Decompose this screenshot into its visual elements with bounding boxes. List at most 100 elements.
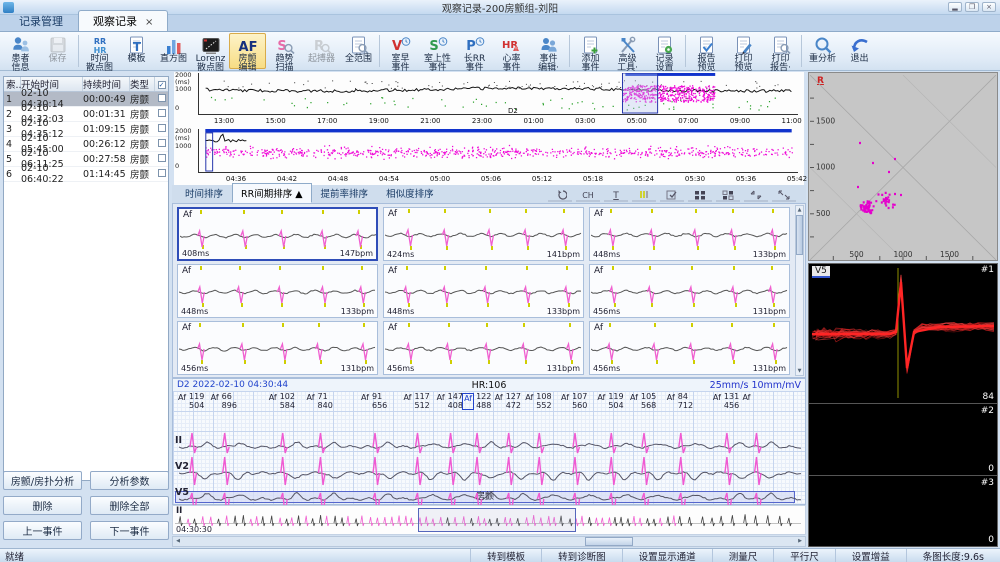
text-label-button[interactable]: T — [604, 188, 628, 202]
strip-card[interactable]: Af456ms131bpm — [589, 264, 790, 318]
strip-card[interactable]: Af456ms131bpm — [383, 321, 584, 375]
scroll-right-arrow[interactable]: ▶ — [795, 537, 805, 546]
minimize-button[interactable]: ▂ — [948, 2, 962, 12]
ribbon-button-hr-event[interactable]: HR!心率事件 — [493, 33, 530, 69]
status-item-parallel-ruler[interactable]: 平行尺 — [773, 549, 835, 562]
beat-annotation[interactable]: Af102584 — [268, 393, 295, 410]
beat-label[interactable]: Af — [462, 393, 474, 410]
ribbon-button-af-edit[interactable]: AF房颤编辑 — [229, 33, 266, 69]
tab-observe-record[interactable]: 观察记录× — [78, 10, 168, 31]
ribbon-button-report-preview[interactable]: 报告预览 — [688, 33, 725, 69]
beat-annotation[interactable]: Af91656 — [360, 393, 387, 410]
ribbon-button-trend-scan[interactable]: S趋势扫描 — [266, 33, 303, 69]
ribbon-button-lorenz-scatter[interactable]: Lorenz散点图 — [192, 33, 229, 69]
ribbon-button-template[interactable]: T模板 — [118, 33, 155, 69]
sort-tab-prematurity-sort[interactable]: 提前率排序 — [312, 183, 378, 203]
ribbon-button-time-scatter[interactable]: RRHR时间散点图 — [81, 33, 118, 69]
trend2-plot[interactable] — [198, 129, 798, 173]
row-checkbox[interactable] — [158, 139, 166, 147]
ribbon-button-pacemaker[interactable]: R起搏器 — [303, 33, 340, 69]
tab-record-management[interactable]: 记录管理 — [4, 10, 78, 31]
status-item-measure-ruler[interactable]: 测量尺 — [712, 549, 774, 562]
ribbon-button-record-settings[interactable]: 记录设置 — [646, 33, 683, 69]
strip-grid-scrollbar[interactable]: ▲▼ — [795, 205, 804, 376]
beat-annotation[interactable]: Af66896 — [210, 393, 237, 410]
beat-annotation[interactable]: Af119504 — [177, 393, 204, 410]
strip-card[interactable]: Af424ms141bpm — [383, 207, 584, 261]
row-checkbox[interactable] — [158, 169, 166, 177]
template-box-1[interactable]: #184 — [809, 264, 997, 404]
ribbon-button-advanced-tools[interactable]: 高级工具· — [609, 33, 646, 69]
table-row[interactable]: 602-10 06:40:2201:14:45房颤 — [4, 167, 168, 182]
tab-close-icon[interactable]: × — [145, 17, 153, 28]
column-header[interactable]: 索.. — [4, 77, 21, 91]
beat-annotation[interactable]: Af84712 — [666, 393, 693, 410]
beat-label[interactable]: Af — [360, 393, 370, 410]
expand-button[interactable] — [772, 188, 796, 202]
template-box-2[interactable]: #20 — [809, 405, 997, 476]
row-checkbox[interactable] — [158, 154, 166, 162]
scroll-down-arrow[interactable]: ▼ — [796, 367, 803, 375]
next-event-button[interactable]: 下一事件 — [90, 521, 169, 540]
delete-all-button[interactable]: 删除全部 — [90, 496, 169, 515]
column-header[interactable]: 类型 — [130, 77, 155, 91]
beat-annotation[interactable]: Af117512 — [402, 393, 429, 410]
strip-card[interactable]: Af456ms131bpm — [177, 321, 378, 375]
overview-strip[interactable]: II 04:30:30 — [172, 505, 806, 535]
beat-annotation[interactable]: Af127472 — [494, 393, 521, 410]
ribbon-button-event-edit[interactable]: 事件编辑· — [530, 33, 567, 69]
template-box-3[interactable]: #30 — [809, 477, 997, 547]
trend-chart-fullday[interactable]: 2000(ms)10000D213:0015:0017:0019:0021:00… — [174, 72, 804, 128]
ribbon-button-pvc-event[interactable]: V室早事件 — [382, 33, 419, 69]
status-item-strip-length[interactable]: 条图长度:9.6s — [906, 549, 1000, 562]
scrollbar-thumb[interactable] — [585, 537, 633, 546]
beat-annotation[interactable]: Af122488 — [462, 393, 491, 410]
beat-annotation[interactable]: Af108552 — [524, 393, 551, 410]
beat-label[interactable]: Af — [741, 393, 751, 402]
ribbon-button-save[interactable]: 保存 — [39, 33, 76, 69]
row-checkbox[interactable] — [158, 124, 166, 132]
delete-button[interactable]: 删除 — [3, 496, 82, 515]
beat-label[interactable]: Af — [402, 393, 412, 410]
beat-label[interactable]: Af — [494, 393, 504, 410]
trend1-plot[interactable] — [198, 73, 798, 115]
row-checkbox[interactable] — [158, 109, 166, 117]
ribbon-button-print-report[interactable]: 打印报告· — [762, 33, 799, 69]
status-item-set-gain[interactable]: 设置增益 — [835, 549, 906, 562]
ribbon-button-full-range[interactable]: 全范围 — [340, 33, 377, 69]
strip-card[interactable]: Af448ms133bpm — [383, 264, 584, 318]
strip-card[interactable]: Af456ms131bpm — [589, 321, 790, 375]
grid-sparse-button[interactable] — [716, 188, 740, 202]
restore-button[interactable]: ❒ — [965, 2, 979, 12]
beat-label[interactable]: Af — [210, 393, 220, 410]
beat-annotation[interactable]: Af71840 — [306, 393, 333, 410]
channel-button[interactable]: CH — [576, 188, 600, 202]
horizontal-scrollbar[interactable]: ◀ ▶ — [172, 536, 806, 547]
beat-label[interactable]: Af — [712, 393, 722, 410]
ecg-viewer[interactable]: D2 2022-02-10 04:30:44 HR:106 25mm/s 10m… — [172, 378, 806, 505]
sort-tab-rr-interval-sort[interactable]: RR间期排序 ▲ — [232, 183, 312, 203]
shrink-button[interactable] — [744, 188, 768, 202]
beat-annotation[interactable]: Af131456 — [712, 393, 739, 410]
af-aflutter-analysis-button[interactable]: 房颤/房扑分析 — [3, 471, 82, 490]
beat-label[interactable]: Af — [177, 393, 187, 410]
ribbon-button-patient-info[interactable]: 患者信息 — [2, 33, 39, 69]
scrollbar-thumb[interactable] — [796, 215, 803, 255]
refresh-button[interactable] — [548, 188, 572, 202]
ribbon-button-svpb-event[interactable]: S室上性事件 — [419, 33, 456, 69]
event-table[interactable]: 索..开始时间持续时间类型✓ 102-10 04:30:1400:00:49房颤… — [3, 76, 169, 481]
scroll-left-arrow[interactable]: ◀ — [173, 537, 183, 546]
beat-label[interactable]: Af — [436, 393, 446, 410]
beat-annotation[interactable]: Af147408 — [436, 393, 463, 410]
strip-card[interactable]: Af448ms133bpm — [589, 207, 790, 261]
close-button[interactable]: × — [982, 2, 996, 12]
select-check-button[interactable] — [660, 188, 684, 202]
ribbon-button-histogram[interactable]: 直方图 — [155, 33, 192, 69]
ribbon-button-print-preview[interactable]: 打印预览 — [725, 33, 762, 69]
ecg-strip[interactable]: 房颤 Af119504Af66896Af102584Af71840Af91656… — [173, 391, 805, 504]
beat-label[interactable]: Af — [306, 393, 316, 410]
beat-annotation[interactable]: Af119504 — [596, 393, 623, 410]
sort-tab-time-sort[interactable]: 时间排序 — [176, 183, 232, 203]
status-item-goto-template[interactable]: 转到模板 — [470, 549, 541, 562]
beat-label[interactable]: Af — [560, 393, 570, 410]
